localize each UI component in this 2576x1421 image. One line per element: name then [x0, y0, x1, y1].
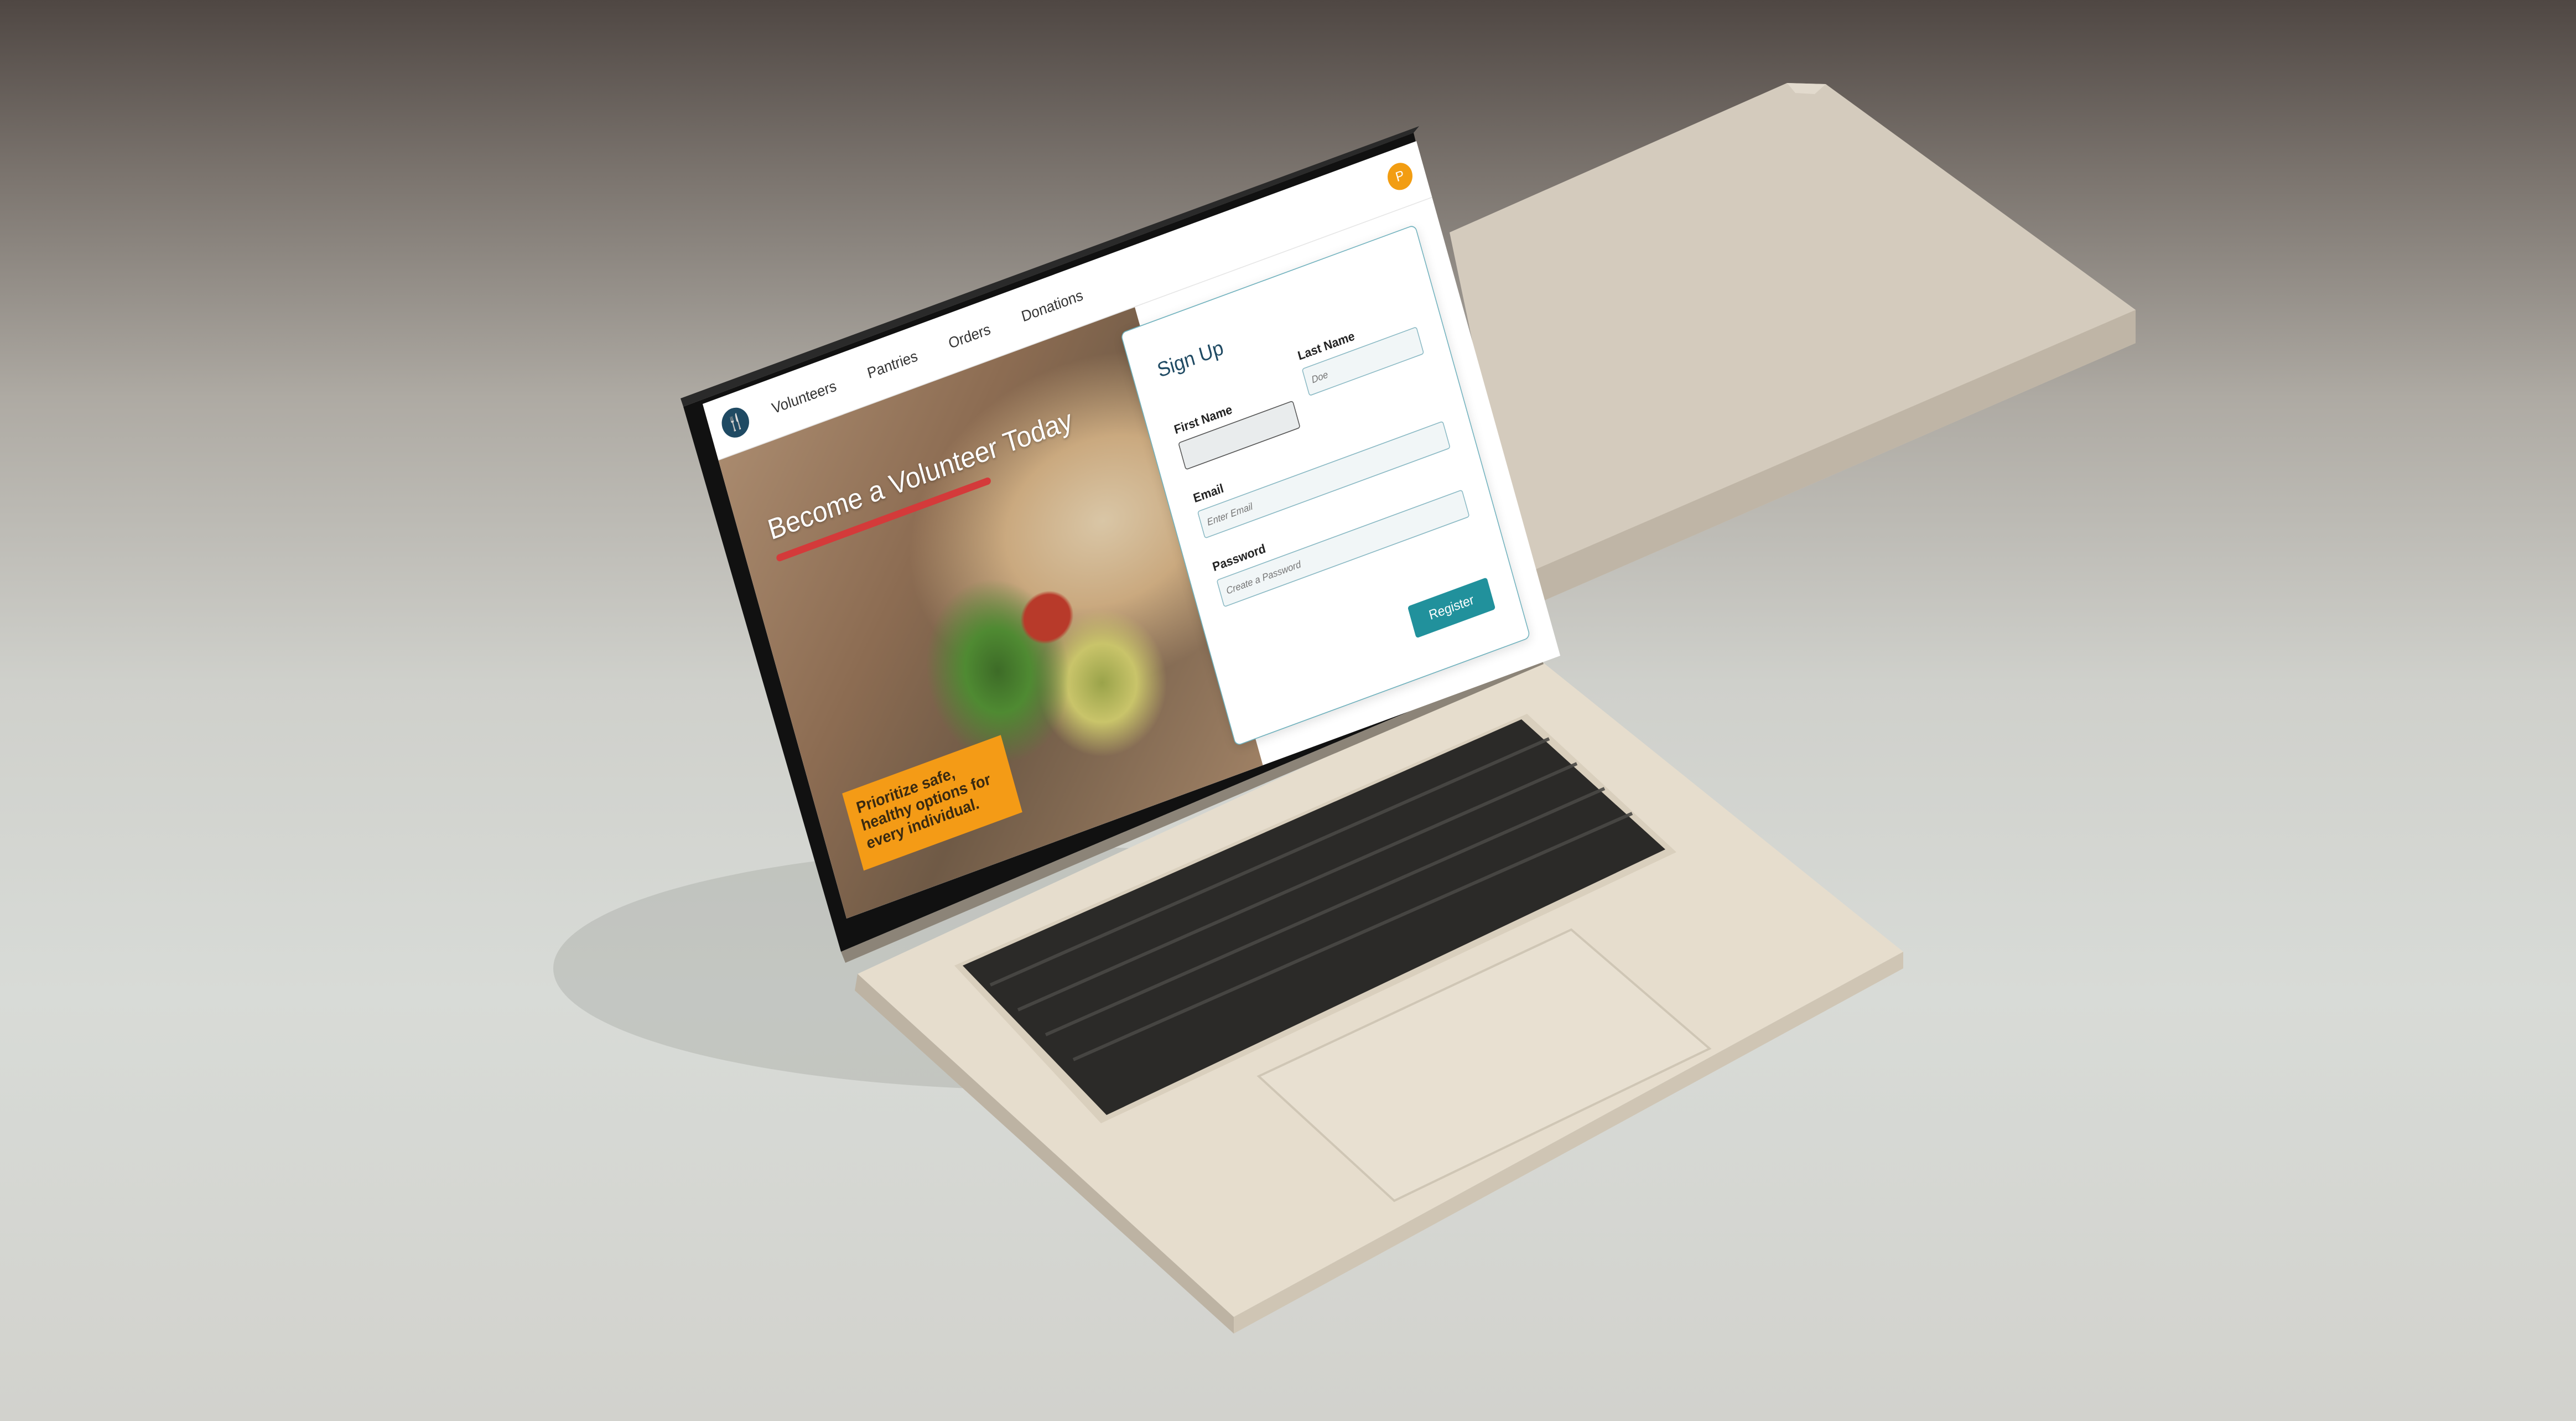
- last-name-field[interactable]: [1301, 326, 1425, 397]
- tagline-box: Prioritize safe, healthy options for eve…: [842, 735, 1022, 871]
- tagline-text: Prioritize safe, healthy options for eve…: [854, 763, 993, 853]
- nav-item-pantries[interactable]: Pantries: [865, 348, 920, 382]
- nav-item-volunteers[interactable]: Volunteers: [770, 377, 839, 418]
- first-name-field[interactable]: [1178, 400, 1301, 470]
- nav-item-donations[interactable]: Donations: [1020, 287, 1085, 326]
- fork-knife-icon[interactable]: 🍴: [718, 403, 753, 442]
- register-button[interactable]: Register: [1407, 577, 1496, 639]
- nav-item-orders[interactable]: Orders: [947, 320, 993, 352]
- signup-title: Sign Up: [1155, 335, 1226, 382]
- avatar[interactable]: P: [1384, 159, 1416, 194]
- email-label: Email: [1192, 481, 1225, 506]
